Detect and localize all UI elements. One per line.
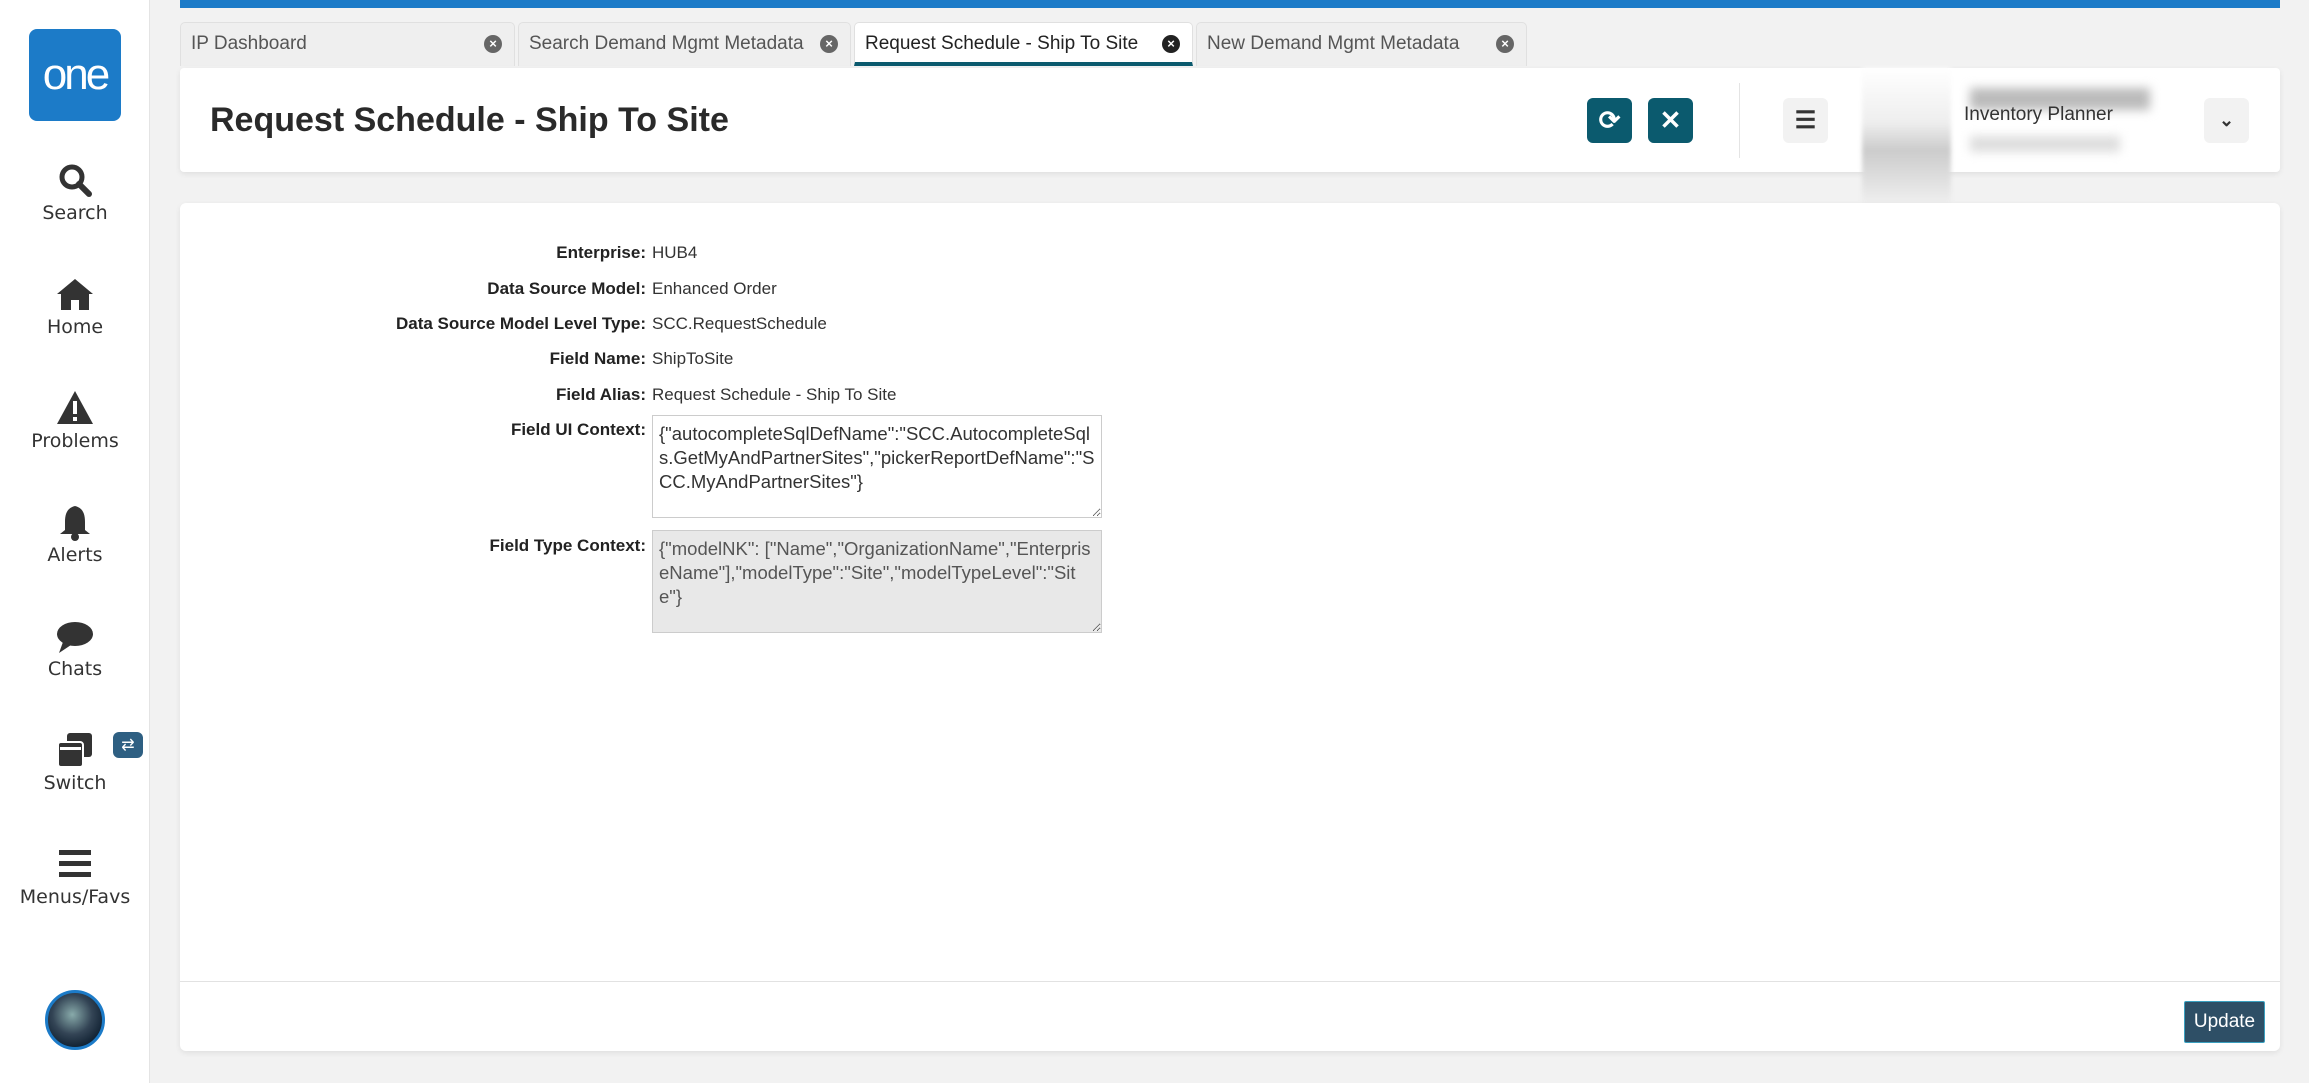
close-button[interactable]: ✕ bbox=[1648, 98, 1693, 143]
sidebar-item-problems[interactable]: Problems bbox=[0, 388, 150, 452]
field-label: Data Source Model: bbox=[487, 279, 646, 298]
windows-icon bbox=[57, 733, 92, 768]
switch-arrows-icon[interactable]: ⇄ bbox=[113, 732, 143, 758]
sidebar-item-alerts[interactable]: Alerts bbox=[0, 502, 150, 566]
hamburger-icon: ☰ bbox=[1794, 107, 1817, 134]
sidebar-item-label: Search bbox=[42, 202, 108, 224]
user-photo bbox=[1862, 68, 1951, 205]
user-subtext-blurred bbox=[1970, 136, 2120, 152]
detail-panel: Enterprise: HUB4 Data Source Model: Enha… bbox=[180, 203, 2280, 1051]
field-type-context-textarea[interactable]: {"modelNK": ["Name","OrganizationName","… bbox=[652, 530, 1102, 633]
close-tab-icon[interactable]: × bbox=[1162, 35, 1180, 53]
field-value: ShipToSite bbox=[652, 349, 734, 368]
field-label: Field Type Context: bbox=[489, 536, 646, 555]
update-button[interactable]: Update bbox=[2184, 1001, 2265, 1043]
tab-ip-dashboard[interactable]: IP Dashboard × bbox=[180, 22, 515, 66]
page-header: Request Schedule - Ship To Site ⟳ ✕ ☰ In… bbox=[180, 68, 2280, 205]
tab-label: IP Dashboard bbox=[191, 33, 307, 54]
page-menu-button[interactable]: ☰ bbox=[1783, 98, 1828, 143]
close-tab-icon[interactable]: × bbox=[1496, 35, 1514, 53]
field-label: Field Alias: bbox=[555, 385, 646, 404]
header-divider bbox=[1739, 83, 1740, 158]
tab-search-demand-mgmt-metadata[interactable]: Search Demand Mgmt Metadata × bbox=[518, 22, 851, 66]
sidebar-item-search[interactable]: Search bbox=[0, 160, 150, 224]
menu-icon bbox=[59, 850, 91, 877]
sidebar-item-label: Alerts bbox=[47, 544, 103, 566]
sidebar-item-label: Menus/Favs bbox=[19, 886, 131, 908]
tab-new-demand-mgmt-metadata[interactable]: New Demand Mgmt Metadata × bbox=[1196, 22, 1527, 66]
field-label: Field Name: bbox=[549, 349, 646, 368]
tab-label: Request Schedule - Ship To Site bbox=[865, 33, 1139, 54]
field-label: Data Source Model Level Type: bbox=[395, 314, 646, 333]
user-avatar[interactable] bbox=[45, 990, 105, 1050]
tab-label: New Demand Mgmt Metadata bbox=[1207, 33, 1460, 54]
sidebar: one Search Home Problems Alerts Chats Sw… bbox=[0, 0, 150, 1083]
user-role: Inventory Planner bbox=[1964, 104, 2113, 125]
tab-request-schedule-ship-to-site[interactable]: Request Schedule - Ship To Site × bbox=[854, 22, 1193, 66]
sidebar-item-label: Chats bbox=[47, 658, 103, 680]
bell-icon bbox=[60, 506, 90, 541]
sidebar-item-label: Problems bbox=[31, 430, 119, 452]
field-value: Enhanced Order bbox=[652, 279, 777, 298]
sidebar-item-chats[interactable]: Chats bbox=[0, 616, 150, 680]
sidebar-item-label: Home bbox=[46, 316, 104, 338]
field-value: SCC.RequestSchedule bbox=[652, 314, 827, 333]
refresh-icon: ⟳ bbox=[1598, 105, 1621, 135]
search-icon bbox=[59, 164, 92, 197]
tab-label: Search Demand Mgmt Metadata bbox=[529, 33, 804, 54]
home-icon bbox=[57, 279, 93, 310]
sidebar-item-home[interactable]: Home bbox=[0, 274, 150, 338]
page-title: Request Schedule - Ship To Site bbox=[210, 101, 729, 139]
user-menu-dropdown[interactable]: ⌄ bbox=[2204, 98, 2249, 143]
close-tab-icon[interactable]: × bbox=[484, 35, 502, 53]
field-label: Field UI Context: bbox=[510, 420, 646, 439]
enterprise-link[interactable]: HUB4 bbox=[652, 243, 697, 263]
footer-divider bbox=[180, 981, 2280, 982]
close-icon: ✕ bbox=[1659, 105, 1682, 135]
sidebar-item-label: Switch bbox=[43, 772, 107, 794]
one-logo[interactable]: one bbox=[29, 29, 121, 121]
field-label: Enterprise: bbox=[556, 243, 646, 262]
chevron-down-icon: ⌄ bbox=[2218, 110, 2235, 130]
refresh-button[interactable]: ⟳ bbox=[1587, 98, 1632, 143]
field-ui-context-textarea[interactable]: {"autocompleteSqlDefName":"SCC.Autocompl… bbox=[652, 415, 1102, 518]
top-accent-bar bbox=[180, 0, 2280, 8]
close-tab-icon[interactable]: × bbox=[820, 35, 838, 53]
chat-icon bbox=[57, 622, 93, 653]
field-value: Request Schedule - Ship To Site bbox=[652, 385, 897, 404]
sidebar-item-menus-favs[interactable]: Menus/Favs bbox=[0, 844, 150, 908]
warning-icon bbox=[57, 391, 93, 424]
